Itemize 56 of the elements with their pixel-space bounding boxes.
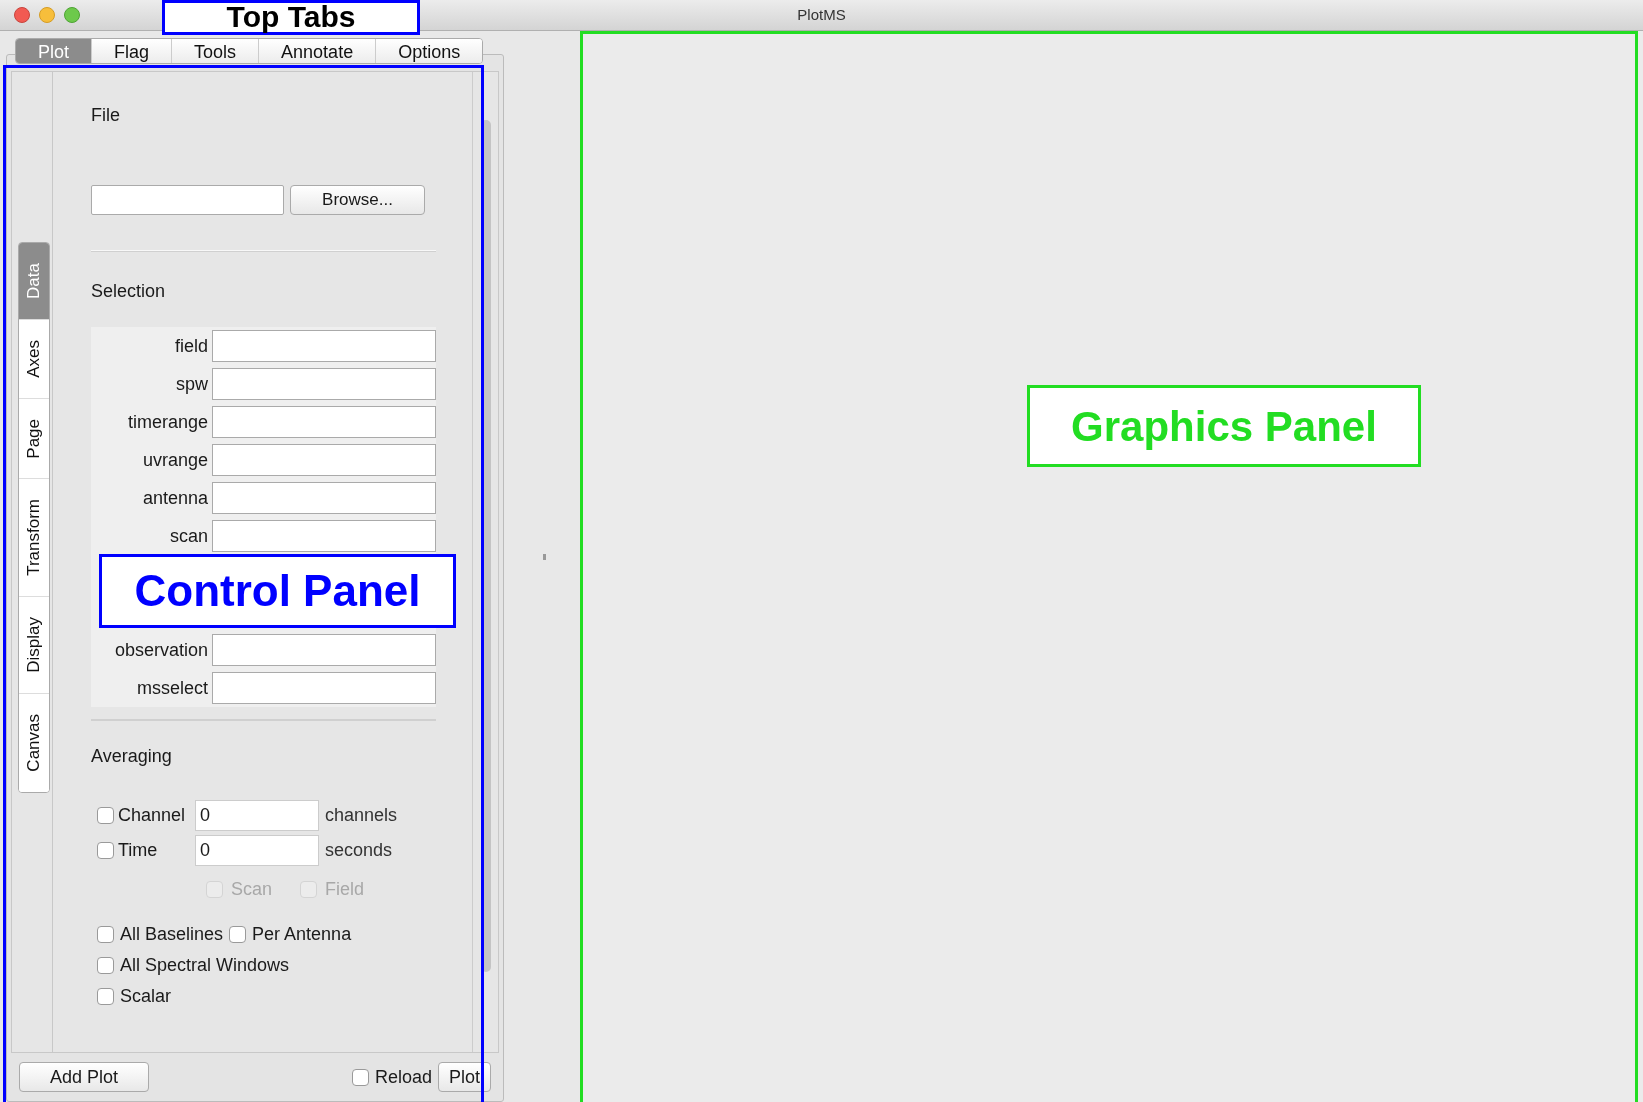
field-label: scan bbox=[168, 524, 208, 548]
checkbox-label: Reload bbox=[374, 1065, 432, 1089]
close-button[interactable] bbox=[14, 7, 30, 23]
input-field[interactable]: 0 bbox=[195, 835, 319, 866]
plot-button[interactable]: Plot bbox=[437, 1062, 491, 1092]
input-field[interactable] bbox=[212, 406, 436, 438]
section-heading: File bbox=[91, 104, 121, 127]
checkbox[interactable] bbox=[351, 1068, 369, 1086]
checkbox-label: All Spectral Windows bbox=[120, 954, 290, 977]
checkbox-label: All Baselines bbox=[120, 923, 224, 946]
splitter-handle[interactable] bbox=[542, 553, 546, 560]
checkbox[interactable] bbox=[97, 926, 114, 943]
checkbox-label: Per Antenna bbox=[252, 923, 352, 946]
field-label: field bbox=[173, 334, 208, 358]
input-field[interactable] bbox=[212, 672, 436, 704]
field-label: spw bbox=[175, 372, 208, 396]
tab[interactable]: Annotate bbox=[258, 39, 376, 63]
checkbox[interactable] bbox=[97, 988, 114, 1005]
input-field[interactable]: 0 bbox=[195, 800, 319, 831]
add-plot-button[interactable]: Add Plot bbox=[19, 1062, 149, 1092]
window-title: PlotMS bbox=[797, 5, 846, 26]
checkbox-label: Time bbox=[118, 839, 159, 862]
unit-label: channels bbox=[325, 804, 398, 827]
callout-label: Graphics Panel bbox=[1071, 401, 1377, 452]
checkbox[interactable] bbox=[97, 957, 114, 974]
browse-button[interactable]: Browse... bbox=[290, 185, 425, 215]
checkbox[interactable] bbox=[97, 842, 114, 859]
input-field[interactable] bbox=[212, 368, 436, 400]
input-field[interactable] bbox=[212, 520, 436, 552]
tab[interactable]: Options bbox=[375, 39, 483, 63]
input-field[interactable] bbox=[212, 482, 436, 514]
file-input-field[interactable] bbox=[91, 185, 284, 215]
input-field[interactable] bbox=[212, 444, 436, 476]
tab[interactable]: Flag bbox=[91, 39, 172, 63]
section-heading: Selection bbox=[91, 280, 167, 303]
section-heading: Averaging bbox=[91, 745, 173, 768]
callout-label: Top Tabs bbox=[226, 2, 356, 32]
field-label: timerange bbox=[126, 410, 208, 434]
field-label: uvrange bbox=[141, 448, 208, 472]
checkbox[interactable] bbox=[229, 926, 247, 943]
side-tab[interactable]: Canvas bbox=[19, 693, 49, 792]
checkbox-label: Scalar bbox=[120, 985, 172, 1008]
field-label: antenna bbox=[141, 486, 208, 510]
checkbox[interactable] bbox=[97, 807, 114, 824]
checkbox-label: Channel bbox=[118, 804, 187, 827]
field-label: observation bbox=[113, 638, 208, 662]
field-label: msselect bbox=[136, 676, 208, 700]
callout-label: Control Panel bbox=[134, 565, 421, 617]
minimize-button[interactable] bbox=[39, 7, 55, 23]
checkbox-label: Scan bbox=[231, 878, 273, 901]
zoom-button[interactable] bbox=[64, 7, 80, 23]
input-field[interactable] bbox=[212, 634, 436, 666]
input-field[interactable] bbox=[212, 330, 436, 362]
unit-label: seconds bbox=[325, 839, 393, 862]
tab[interactable]: Tools bbox=[171, 39, 259, 63]
checkbox-label: Field bbox=[325, 878, 365, 901]
